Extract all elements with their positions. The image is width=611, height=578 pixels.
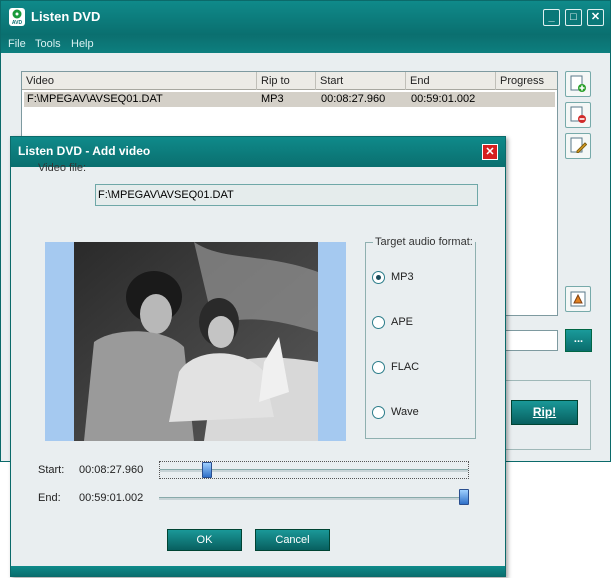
- browse-button[interactable]: ...: [565, 329, 592, 352]
- video-file-label: Video file:: [38, 162, 87, 174]
- start-label: Start:: [38, 464, 65, 476]
- radio-ape-label[interactable]: APE: [391, 316, 413, 328]
- maximize-button[interactable]: □: [565, 9, 582, 26]
- app-logo-icon: AVD: [9, 8, 25, 26]
- main-titlebar[interactable]: AVD Listen DVD _ □ ✕: [1, 1, 610, 35]
- svg-text:AVD: AVD: [12, 20, 23, 26]
- rip-button[interactable]: Rip!: [511, 400, 578, 425]
- cell-start: 00:08:27.960: [321, 93, 386, 105]
- start-time: 00:08:27.960: [79, 464, 144, 476]
- video-preview: [45, 242, 346, 441]
- add-video-button[interactable]: [565, 71, 591, 97]
- end-slider-track[interactable]: [159, 497, 469, 500]
- cell-video: F:\MPEGAV\AVSEQ01.DAT: [27, 93, 163, 105]
- edit-video-button[interactable]: [565, 133, 591, 159]
- column-video[interactable]: Video: [22, 72, 257, 90]
- menu-bar: File Tools Help: [1, 35, 610, 53]
- minimize-button[interactable]: _: [543, 9, 560, 26]
- menu-tools[interactable]: Tools: [35, 38, 61, 50]
- radio-mp3-label[interactable]: MP3: [391, 271, 414, 283]
- radio-wave-button[interactable]: [372, 406, 385, 419]
- video-still-image: [74, 242, 318, 441]
- cell-end: 00:59:01.002: [411, 93, 476, 105]
- settings-button[interactable]: [565, 286, 591, 312]
- column-rip-to[interactable]: Rip to: [257, 72, 316, 90]
- cell-rip-to: MP3: [261, 93, 284, 105]
- video-file-field[interactable]: F:\MPEGAV\AVSEQ01.DAT: [95, 184, 478, 206]
- column-progress[interactable]: Progress: [496, 72, 557, 90]
- radio-ape-button[interactable]: [372, 316, 385, 329]
- audio-format-title: Target audio format:: [373, 236, 475, 248]
- table-header: Video Rip to Start End Progress: [22, 72, 557, 90]
- column-end[interactable]: End: [406, 72, 496, 90]
- remove-icon: [570, 106, 586, 123]
- dialog-close-button[interactable]: ✕: [482, 144, 498, 160]
- dialog-footer: [11, 566, 505, 576]
- output-folder-input[interactable]: [501, 330, 558, 351]
- settings-icon: [570, 291, 586, 307]
- close-button[interactable]: ✕: [587, 9, 604, 26]
- edit-icon: [570, 137, 587, 153]
- remove-video-button[interactable]: [565, 102, 591, 128]
- radio-flac-button[interactable]: [372, 361, 385, 374]
- app-title: Listen DVD: [31, 9, 101, 24]
- start-slider-thumb[interactable]: [202, 462, 212, 478]
- radio-wave-label[interactable]: Wave: [391, 406, 419, 418]
- table-row[interactable]: F:\MPEGAV\AVSEQ01.DAT MP3 00:08:27.960 0…: [24, 92, 555, 107]
- radio-flac-label[interactable]: FLAC: [391, 361, 419, 373]
- add-icon: [570, 75, 586, 92]
- menu-help[interactable]: Help: [71, 38, 94, 50]
- end-slider-thumb[interactable]: [459, 489, 469, 505]
- start-slider[interactable]: [159, 461, 469, 479]
- ok-button[interactable]: OK: [167, 529, 242, 551]
- end-time: 00:59:01.002: [79, 492, 144, 504]
- end-label: End:: [38, 492, 61, 504]
- radio-mp3-button[interactable]: [372, 271, 385, 284]
- cancel-button[interactable]: Cancel: [255, 529, 330, 551]
- dialog-title: Listen DVD - Add video: [18, 144, 151, 158]
- add-video-dialog: Listen DVD - Add video ✕ Video file: F:\…: [10, 136, 506, 577]
- column-start[interactable]: Start: [316, 72, 406, 90]
- menu-file[interactable]: File: [8, 38, 26, 50]
- video-frame: [74, 242, 318, 441]
